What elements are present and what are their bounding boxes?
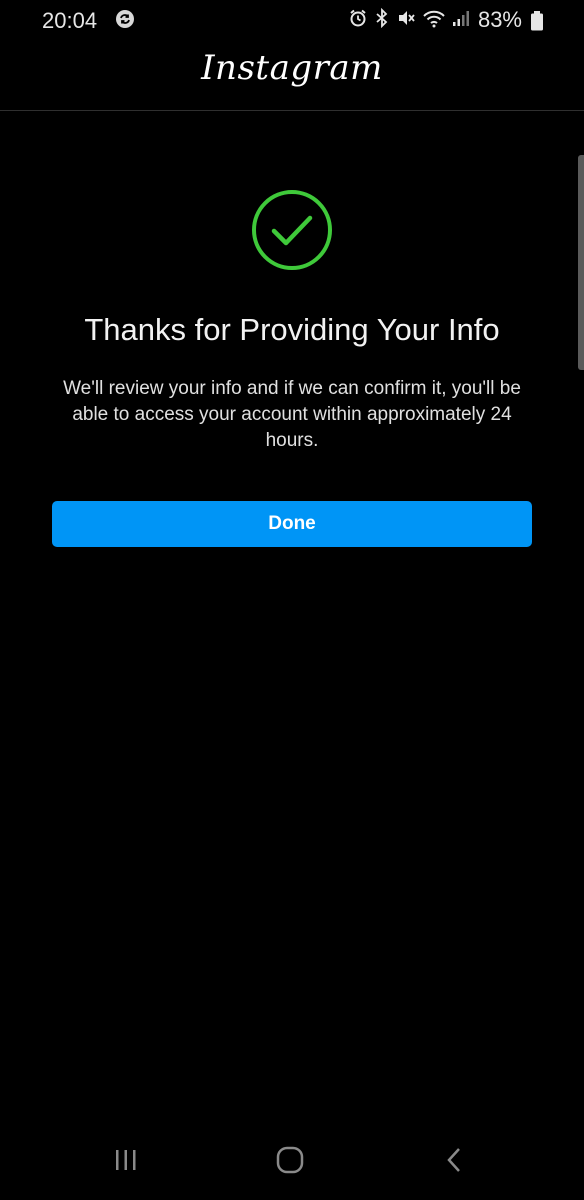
home-button[interactable]: [270, 1142, 310, 1182]
header-bar: Instagram: [0, 40, 584, 111]
mute-icon: [396, 8, 416, 33]
confirmation-message: We'll review your info and if we can con…: [63, 378, 521, 451]
instagram-logo: Instagram: [201, 48, 383, 88]
bluetooth-icon: [374, 7, 390, 33]
status-bar: 20:04 83%: [0, 0, 584, 40]
check-circle-icon: [250, 188, 334, 272]
done-button[interactable]: Done: [52, 501, 532, 547]
recent-apps-button[interactable]: [106, 1142, 146, 1182]
recent-apps-icon: [113, 1148, 139, 1177]
status-icons: 83%: [342, 7, 522, 33]
navigation-bar: [0, 1124, 584, 1200]
confirmation-title: Thanks for Providing Your Info: [84, 312, 500, 347]
battery-icon: [530, 11, 544, 36]
signal-icon: [452, 8, 470, 33]
battery-percent: 83%: [477, 7, 522, 32]
sync-icon: [115, 9, 135, 29]
status-time: 20:04: [42, 8, 98, 33]
wifi-icon: [422, 8, 446, 33]
back-button[interactable]: [434, 1142, 474, 1182]
alarm-icon: [348, 8, 368, 33]
home-icon: [275, 1145, 305, 1180]
back-icon: [443, 1146, 465, 1179]
